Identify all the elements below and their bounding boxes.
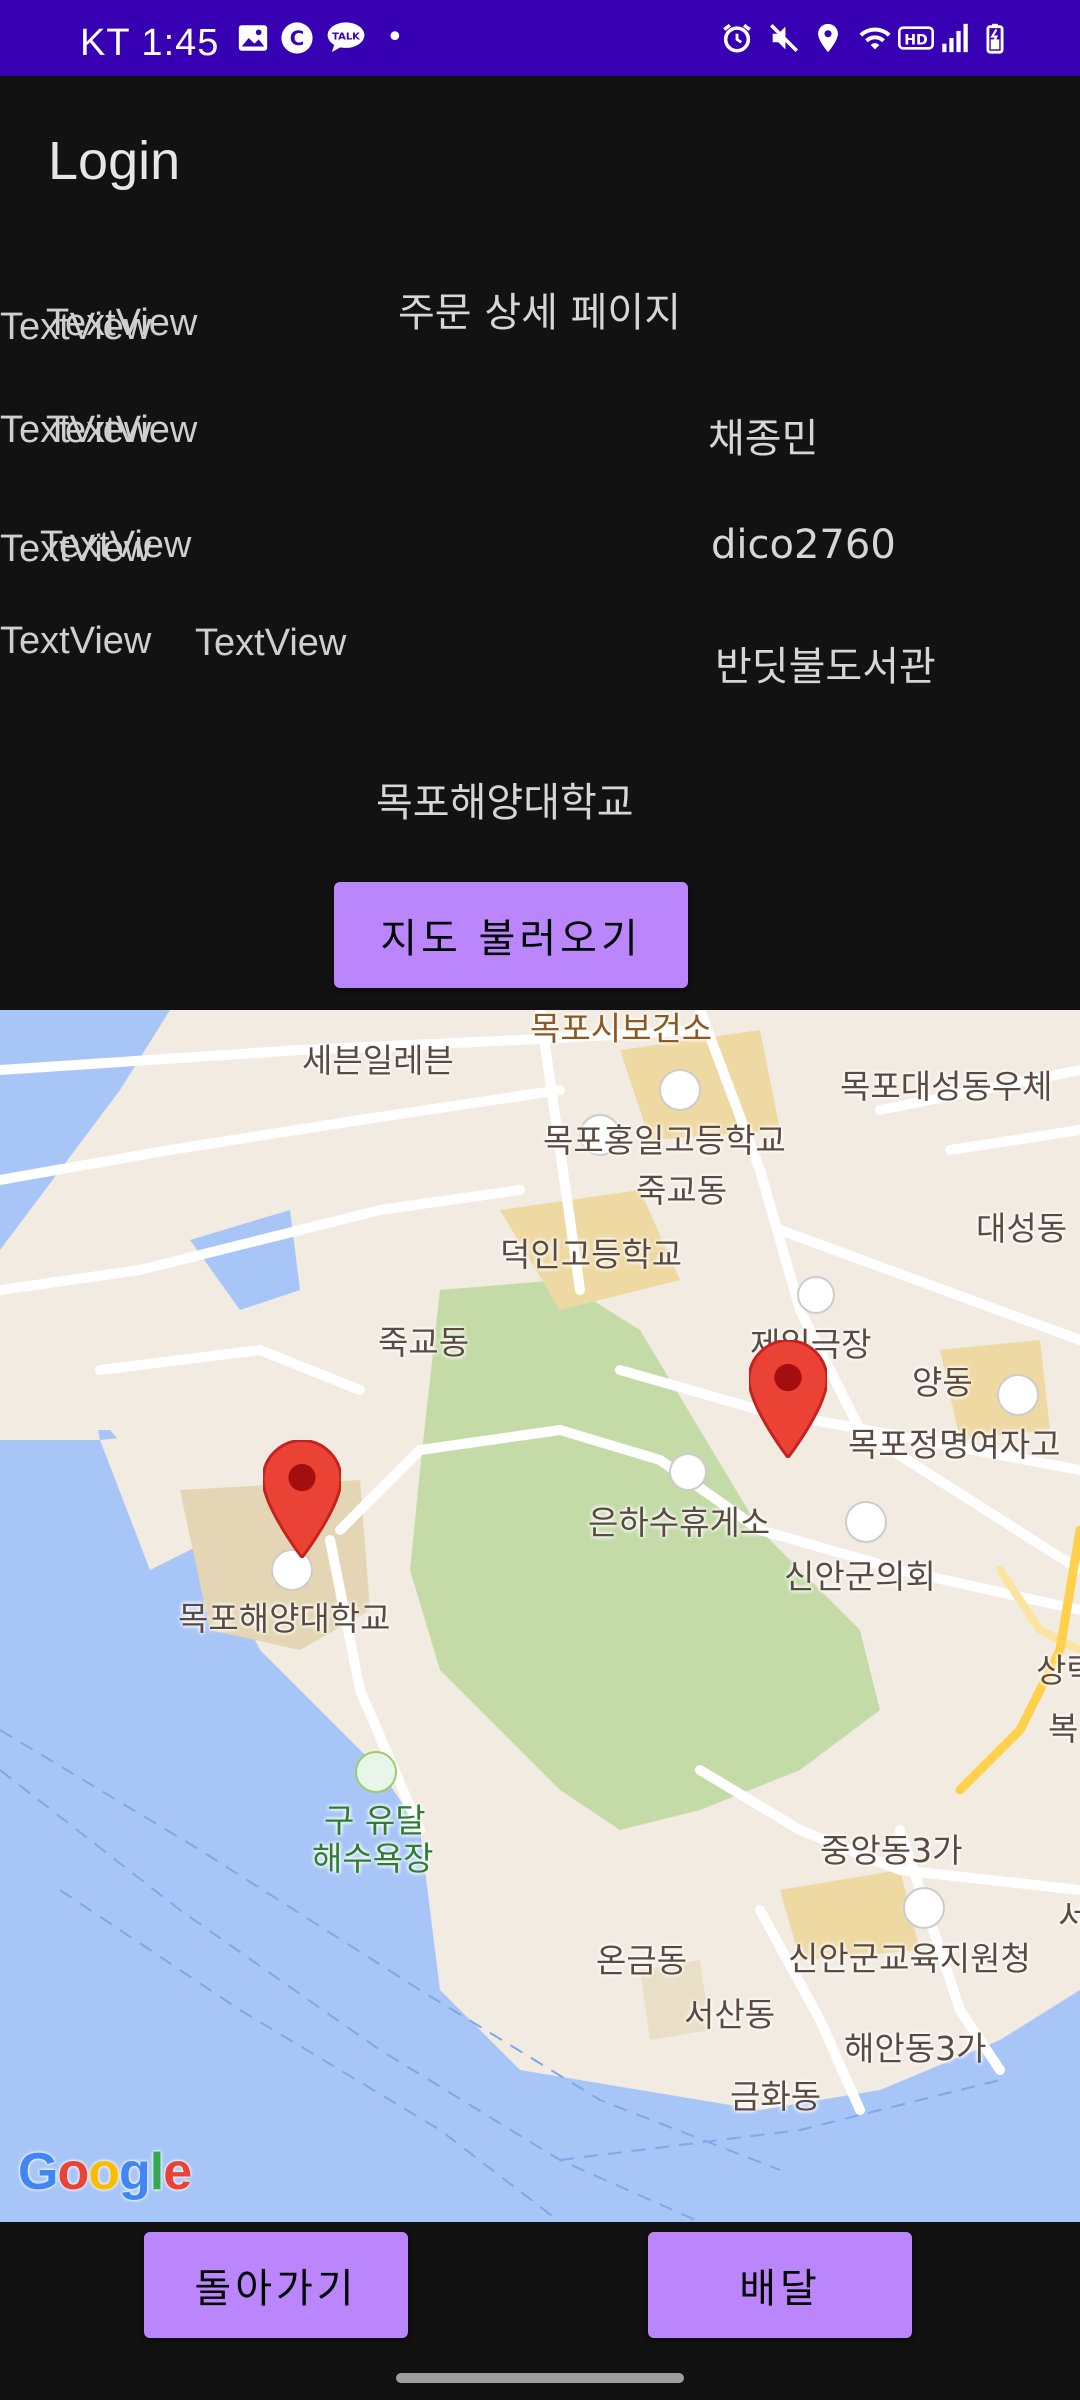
destination-name: 목포해양대학교 <box>376 780 634 826</box>
map-label: 목포대성동우체 <box>840 1067 1053 1106</box>
load-map-button[interactable]: 지도 불러오기 <box>334 882 688 988</box>
map-label: 서 <box>1058 1897 1080 1936</box>
location-icon <box>811 21 845 55</box>
map-label: 해수욕장 <box>312 1839 434 1878</box>
page-heading: 주문 상세 페이지 <box>398 290 682 336</box>
map-label: 죽교동 <box>378 1323 470 1362</box>
map-label: 해안동3가 <box>844 2029 987 2068</box>
map-label: 복 <box>1048 1709 1079 1748</box>
svg-text:TALK: TALK <box>332 31 360 42</box>
app-title: Login <box>48 131 181 191</box>
map-label: 중앙동3가 <box>820 1831 963 1870</box>
c-icon: C <box>280 21 314 55</box>
status-bar: KT 1:45 C TALK • HD <box>0 0 1080 76</box>
battery-icon <box>978 21 1012 55</box>
map-label: 목포홍일고등학교 <box>543 1121 786 1160</box>
svg-text:C: C <box>290 27 305 50</box>
svg-text:HD: HD <box>904 32 928 48</box>
mute-icon <box>767 21 801 55</box>
map-label: 목포시보건소 <box>530 1010 713 1048</box>
alarm-icon <box>720 21 754 55</box>
hd-icon: HD <box>898 21 934 55</box>
textview-label: TextView <box>0 306 152 348</box>
map-label: 세븐일레븐 <box>302 1041 454 1080</box>
map-label: 온금동 <box>596 1941 688 1980</box>
map-label: 은하수휴게소 <box>588 1503 771 1542</box>
status-time: KT 1:45 <box>80 22 220 64</box>
signal-icon <box>938 21 972 55</box>
map-marker-store[interactable] <box>749 1340 827 1458</box>
map-label: 죽교동 <box>636 1171 728 1210</box>
map-label: 금화동 <box>730 2077 822 2116</box>
customer-id: dico2760 <box>711 522 896 568</box>
wifi-icon <box>855 21 895 55</box>
map-label: 서산동 <box>684 1995 776 2034</box>
customer-name: 채종민 <box>708 416 819 462</box>
map-label: 목포해양대학교 <box>178 1599 391 1638</box>
map-label: 신안군의회 <box>784 1557 936 1596</box>
textview-label: TextView <box>0 409 152 451</box>
notification-dot: • <box>386 20 404 55</box>
gesture-nav-handle[interactable] <box>396 2373 684 2383</box>
textview-label: TextView <box>0 528 152 570</box>
google-logo: Google <box>18 2143 192 2201</box>
talk-icon: TALK <box>326 21 366 55</box>
map-label: 대성동 <box>976 1209 1068 1248</box>
store-name: 반딧불도서관 <box>715 644 936 690</box>
image-icon <box>236 21 270 55</box>
map-marker-destination[interactable] <box>263 1440 341 1558</box>
map-label: 목포정명여자고 <box>848 1425 1061 1464</box>
textview-label: TextView <box>195 622 347 664</box>
map-label: 신안군교육지원청 <box>788 1939 1031 1978</box>
textview-label: TextView <box>0 620 152 662</box>
back-button[interactable]: 돌아가기 <box>144 2232 408 2338</box>
map-view[interactable]: 세븐일레븐 목포시보건소 목포대성동우체 목포홍일고등학교 죽교동 덕인고등학교… <box>0 1010 1080 2222</box>
map-label: 상락 <box>1036 1651 1080 1690</box>
map-label: 양동 <box>912 1363 973 1402</box>
delivery-button[interactable]: 배달 <box>648 2232 912 2338</box>
map-label: 덕인고등학교 <box>500 1235 683 1274</box>
